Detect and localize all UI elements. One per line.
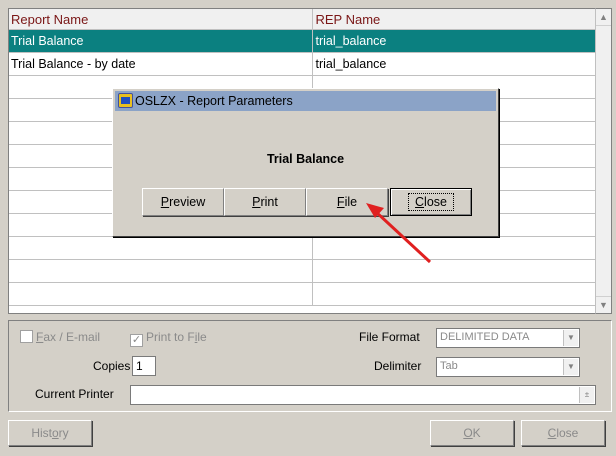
dialog-close-label: Close: [408, 193, 454, 211]
grid-header: Report Name REP Name: [9, 9, 595, 30]
print-to-file-label: Print to File: [146, 330, 207, 344]
report-name-cell: Trial Balance: [9, 30, 314, 52]
delimiter-value: Tab: [440, 360, 458, 372]
preview-button[interactable]: Preview: [142, 188, 224, 216]
empty-table-row[interactable]: [9, 260, 595, 283]
rep-name-cell: [313, 283, 595, 305]
app-icon: [118, 93, 133, 108]
checkbox-icon: [20, 330, 33, 343]
current-printer-label: Current Printer: [35, 387, 114, 401]
rep-name-cell: [313, 237, 595, 259]
delimiter-select[interactable]: Tab ▼: [436, 357, 580, 377]
empty-table-row[interactable]: [9, 283, 595, 306]
rep-name-cell: trial_balance: [315, 57, 387, 71]
report-name-cell: [9, 260, 314, 282]
file-button[interactable]: File: [306, 188, 388, 216]
report-name-cell: Trial Balance - by date: [9, 53, 314, 75]
chevron-down-icon[interactable]: ▼: [563, 359, 578, 375]
current-printer-input[interactable]: ±: [130, 385, 596, 405]
copies-input[interactable]: 1: [132, 356, 156, 376]
report-name-cell: [9, 237, 314, 259]
report-name-cell: [9, 283, 314, 305]
chevron-down-icon[interactable]: ▼: [563, 330, 578, 346]
history-button[interactable]: History: [8, 420, 92, 446]
dialog-title: OSLZX - Report Parameters: [135, 94, 293, 108]
table-row[interactable]: Trial Balance trial_balance: [9, 30, 595, 53]
dialog-titlebar[interactable]: OSLZX - Report Parameters: [115, 91, 496, 111]
dialog-close-button[interactable]: Close: [390, 188, 472, 216]
grid-vertical-scrollbar[interactable]: ▲ ▼: [595, 8, 612, 314]
rep-name-cell: trial_balance: [315, 34, 387, 48]
file-format-value: DELIMITED DATA: [440, 331, 530, 343]
file-format-select[interactable]: DELIMITED DATA ▼: [436, 328, 580, 348]
checkmark-icon: ✓: [130, 334, 143, 347]
print-options-panel: Fax / E-mail ✓ Print to File File Format …: [8, 320, 612, 412]
delimiter-label: Delimiter: [374, 359, 422, 373]
list-dropdown-icon[interactable]: ±: [579, 387, 594, 403]
copies-label: Copies: [93, 359, 131, 373]
scroll-up-arrow-icon[interactable]: ▲: [596, 9, 611, 26]
ok-button[interactable]: OK: [430, 420, 514, 446]
fax-email-checkbox[interactable]: Fax / E-mail: [20, 330, 100, 344]
column-header-rep-name[interactable]: REP Name: [313, 9, 595, 29]
fax-email-label: Fax / E-mail: [36, 330, 101, 344]
empty-table-row[interactable]: [9, 237, 595, 260]
close-button[interactable]: Close: [521, 420, 605, 446]
print-button[interactable]: Print: [224, 188, 306, 216]
scroll-down-arrow-icon[interactable]: ▼: [596, 296, 611, 313]
report-parameters-dialog: OSLZX - Report Parameters Trial Balance …: [112, 88, 499, 237]
table-row[interactable]: Trial Balance - by date trial_balance: [9, 53, 595, 76]
column-header-report-name[interactable]: Report Name: [9, 9, 314, 29]
rep-name-cell: [313, 260, 595, 282]
file-format-label: File Format: [359, 330, 420, 344]
dialog-heading: Trial Balance: [266, 152, 345, 166]
print-to-file-checkbox[interactable]: ✓ Print to File: [130, 330, 207, 347]
